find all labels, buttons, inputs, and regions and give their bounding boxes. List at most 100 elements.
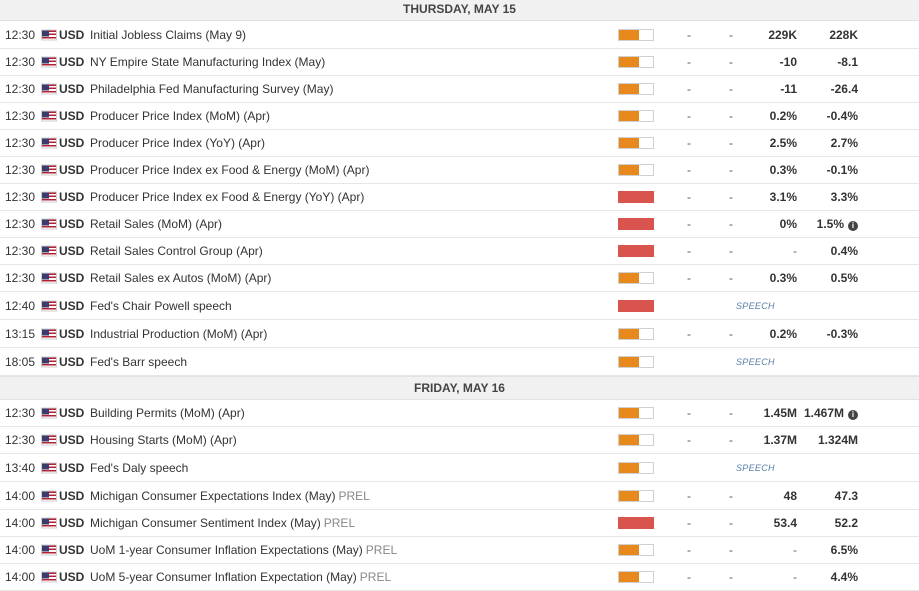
event-row[interactable]: 12:30 USD Producer Price Index ex Food & E…	[0, 157, 919, 184]
event-name[interactable]: Retail Sales (MoM) (Apr)	[90, 217, 222, 231]
actual-value: -	[687, 433, 691, 447]
us-flag-icon	[41, 245, 57, 257]
event-currency: USD	[59, 27, 85, 42]
event-name[interactable]: Producer Price Index (YoY) (Apr)	[90, 136, 265, 150]
consensus-value: -	[729, 82, 733, 96]
event-time: 14:00	[5, 516, 36, 530]
forecast-value: 3.3%	[800, 190, 858, 204]
forecast-value: 6.5%	[800, 543, 858, 557]
previous-value: 0%	[779, 217, 797, 231]
event-currency: USD	[59, 163, 85, 177]
event-name-text: Retail Sales Control Group (Apr)	[90, 244, 263, 258]
event-name-text: Michigan Consumer Expectations Index (Ma…	[90, 488, 336, 503]
previous-value: -	[793, 570, 797, 584]
event-time: 18:05	[5, 354, 36, 369]
impact-indicator	[618, 355, 654, 368]
event-name[interactable]: Michigan Consumer Expectations Index (Ma…	[90, 489, 370, 503]
impact-indicator	[618, 110, 654, 122]
event-time: 12:30	[5, 136, 36, 150]
event-name[interactable]: Industrial Production (MoM) (Apr)	[90, 327, 267, 341]
forecast-value: 228K	[800, 28, 858, 42]
event-name[interactable]: Fed's Chair Powell speech	[90, 299, 232, 313]
event-time: 12:30	[5, 433, 36, 447]
day-header: FRIDAY, MAY 16	[0, 376, 919, 400]
speech-label: SPEECH	[736, 356, 775, 367]
impact-fill	[619, 572, 640, 582]
event-row[interactable]: 12:30 USD NY Empire State Manufacturing In…	[0, 49, 919, 76]
event-row[interactable]: 14:00 USD Michigan Consumer Sentiment Inde…	[0, 510, 919, 537]
event-time: 12:30	[5, 406, 36, 420]
event-name[interactable]: Producer Price Index ex Food & Energy (Y…	[90, 190, 364, 204]
event-name[interactable]: Retail Sales ex Autos (MoM) (Apr)	[90, 271, 271, 285]
event-row[interactable]: 12:30 USD Retail Sales ex Autos (MoM) (Apr…	[0, 265, 919, 292]
event-currency: USD	[59, 190, 85, 204]
event-name[interactable]: Philadelphia Fed Manufacturing Survey (M…	[90, 82, 333, 96]
impact-fill	[619, 57, 640, 67]
us-flag-icon	[41, 164, 57, 176]
event-row[interactable]: 18:05 USD Fed's Barr speech SPEECH	[0, 348, 919, 376]
event-name[interactable]: Michigan Consumer Sentiment Index (May) P…	[90, 516, 355, 530]
event-name[interactable]: Retail Sales Control Group (Apr)	[90, 244, 263, 258]
impact-indicator	[618, 327, 654, 340]
impact-indicator	[618, 434, 654, 446]
us-flag-icon	[41, 462, 57, 473]
event-name[interactable]: Initial Jobless Claims (May 9)	[90, 28, 246, 42]
consensus-value: -	[729, 27, 733, 42]
event-name[interactable]: Producer Price Index (MoM) (Apr)	[90, 109, 270, 123]
event-name[interactable]: Producer Price Index ex Food & Energy (M…	[90, 163, 369, 177]
event-name-text: Retail Sales ex Autos (MoM) (Apr)	[90, 271, 272, 285]
event-row[interactable]: 12:40 USD Fed's Chair Powell speech SPEECH	[0, 292, 919, 320]
impact-fill	[619, 518, 653, 528]
forecast-value: -0.1%	[800, 163, 858, 177]
event-time: 12:30	[5, 271, 36, 285]
consensus-value: -	[729, 433, 733, 447]
event-row[interactable]: 13:40 USD Fed's Daly speech SPEECH	[0, 454, 919, 482]
event-row[interactable]: 12:30 USD Building Permits (MoM) (Apr) - - 1.…	[0, 400, 919, 427]
event-name-text: Retail Sales (MoM) (Apr)	[90, 217, 223, 231]
event-row[interactable]: 12:30 USD Initial Jobless Claims (May 9) - -…	[0, 21, 919, 49]
event-row[interactable]: 12:30 USD Philadelphia Fed Manufacturing S…	[0, 76, 919, 103]
impact-fill	[619, 328, 640, 339]
event-name[interactable]: Building Permits (MoM) (Apr)	[90, 406, 245, 420]
us-flag-icon	[41, 356, 57, 367]
event-time: 13:40	[5, 460, 36, 475]
event-name[interactable]: Fed's Barr speech	[90, 355, 187, 369]
event-row[interactable]: 12:30 USD Housing Starts (MoM) (Apr) - - 1.37…	[0, 427, 919, 454]
event-time: 14:00	[5, 488, 36, 503]
event-row[interactable]: 12:30 USD Retail Sales Control Group (Apr)…	[0, 238, 919, 265]
event-name[interactable]: NY Empire State Manufacturing Index (May…	[90, 55, 325, 69]
info-icon[interactable]: i	[848, 221, 858, 231]
us-flag-icon	[41, 137, 57, 149]
impact-indicator	[618, 517, 654, 529]
event-row[interactable]: 13:15 USD Industrial Production (MoM) (Apr…	[0, 320, 919, 348]
event-time: 12:30	[5, 217, 36, 231]
event-name[interactable]: UoM 5-year Consumer Inflation Expectatio…	[90, 570, 391, 584]
impact-fill	[619, 84, 640, 94]
info-icon[interactable]: i	[848, 410, 858, 420]
event-name[interactable]: UoM 1-year Consumer Inflation Expectatio…	[90, 543, 397, 557]
us-flag-icon	[41, 191, 57, 203]
event-row[interactable]: 12:30 USD Producer Price Index (YoY) (Apr)…	[0, 130, 919, 157]
event-currency: USD	[59, 136, 85, 150]
actual-value: -	[687, 217, 691, 231]
event-row[interactable]: 12:30 USD Producer Price Index (MoM) (Apr)…	[0, 103, 919, 130]
impact-fill	[619, 300, 653, 311]
consensus-value: -	[729, 570, 733, 584]
consensus-value: -	[729, 109, 733, 123]
previous-value: 2.5%	[769, 136, 797, 150]
event-row[interactable]: 14:00 USD UoM 1-year Consumer Inflation Ex…	[0, 537, 919, 564]
impact-fill	[619, 29, 640, 40]
event-row[interactable]: 14:00 USD Michigan Consumer Expectations I…	[0, 482, 919, 510]
actual-value: -	[687, 163, 691, 177]
forecast-value: 52.2	[800, 516, 858, 530]
event-name[interactable]: Housing Starts (MoM) (Apr)	[90, 433, 237, 447]
event-row[interactable]: 12:30 USD Retail Sales (MoM) (Apr) - -0% 1.5%…	[0, 211, 919, 238]
prel-badge: PREL	[338, 488, 370, 503]
event-name[interactable]: Fed's Daly speech	[90, 461, 188, 475]
event-time: 14:00	[5, 543, 36, 557]
forecast-value: 1.5% i	[800, 217, 858, 231]
impact-indicator	[618, 56, 654, 68]
event-name-text: Producer Price Index ex Food & Energy (Y…	[90, 190, 365, 204]
impact-fill	[619, 192, 653, 202]
event-row[interactable]: 12:30 USD Producer Price Index ex Food & E…	[0, 184, 919, 211]
